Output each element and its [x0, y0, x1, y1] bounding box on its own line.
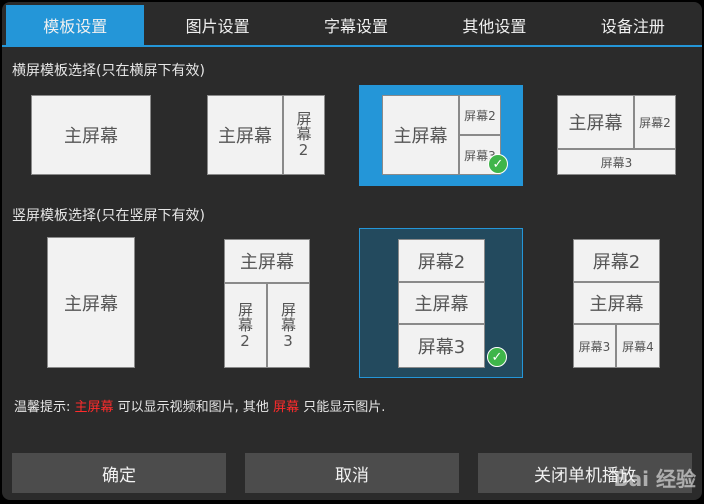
screen-3-cell: 屏幕3	[557, 149, 676, 175]
main-screen-cell: 主屏幕	[557, 95, 634, 149]
screen-3-cell: 屏幕3	[573, 324, 616, 368]
tab-other-settings[interactable]: 其他设置	[425, 5, 563, 45]
screen-3-cell: 屏幕3	[267, 283, 310, 368]
main-screen-cell: 主屏幕	[573, 282, 660, 324]
screen-2-cell: 屏幕2	[573, 239, 660, 282]
screen-2-cell: 屏幕2	[459, 95, 501, 135]
tab-image-settings[interactable]: 图片设置	[148, 5, 286, 45]
screen-4-cell: 屏幕4	[616, 324, 660, 368]
screen-2-cell: 屏幕2	[224, 283, 267, 368]
portrait-template-1[interactable]: 主屏幕	[47, 237, 135, 368]
tab-underline	[2, 45, 702, 47]
main-screen-highlight: 主屏幕	[74, 400, 114, 415]
confirm-button[interactable]: 确定	[12, 453, 226, 493]
template-settings-window: 模板设置 图片设置 字幕设置 其他设置 设备注册 横屏模板选择(只在横屏下有效)…	[2, 2, 702, 500]
screen-2-cell: 屏幕2	[634, 95, 676, 149]
tab-device-registration[interactable]: 设备注册	[564, 5, 702, 45]
main-screen-cell: 主屏幕	[398, 282, 485, 324]
landscape-template-1[interactable]: 主屏幕	[31, 95, 151, 175]
screen-2-cell: 屏幕2	[283, 95, 325, 175]
main-screen-label: 主屏幕	[64, 293, 118, 315]
screen-2-cell: 屏幕2	[398, 239, 485, 282]
main-screen-label: 主屏幕	[64, 126, 118, 147]
screen-3-cell: 屏幕3	[398, 324, 485, 368]
tab-subtitle-settings[interactable]: 字幕设置	[287, 5, 425, 45]
selected-check-icon: ✓	[488, 154, 508, 174]
main-screen-cell: 主屏幕	[382, 95, 459, 175]
landscape-section-label: 横屏模板选择(只在横屏下有效)	[12, 63, 205, 79]
tip-text: 温馨提示: 主屏幕 可以显示视频和图片, 其他 屏幕 只能显示图片.	[14, 400, 386, 415]
main-screen-cell: 主屏幕	[207, 95, 283, 175]
tab-template-settings[interactable]: 模板设置	[6, 5, 145, 45]
selected-check-icon: ✓	[487, 347, 507, 367]
screen-highlight: 屏幕	[273, 400, 300, 415]
portrait-section-label: 竖屏模板选择(只在竖屏下有效)	[12, 208, 205, 224]
main-screen-cell: 主屏幕	[224, 239, 310, 283]
cancel-button[interactable]: 取消	[245, 453, 459, 493]
tab-bar: 模板设置 图片设置 字幕设置 其他设置 设备注册	[2, 2, 702, 46]
